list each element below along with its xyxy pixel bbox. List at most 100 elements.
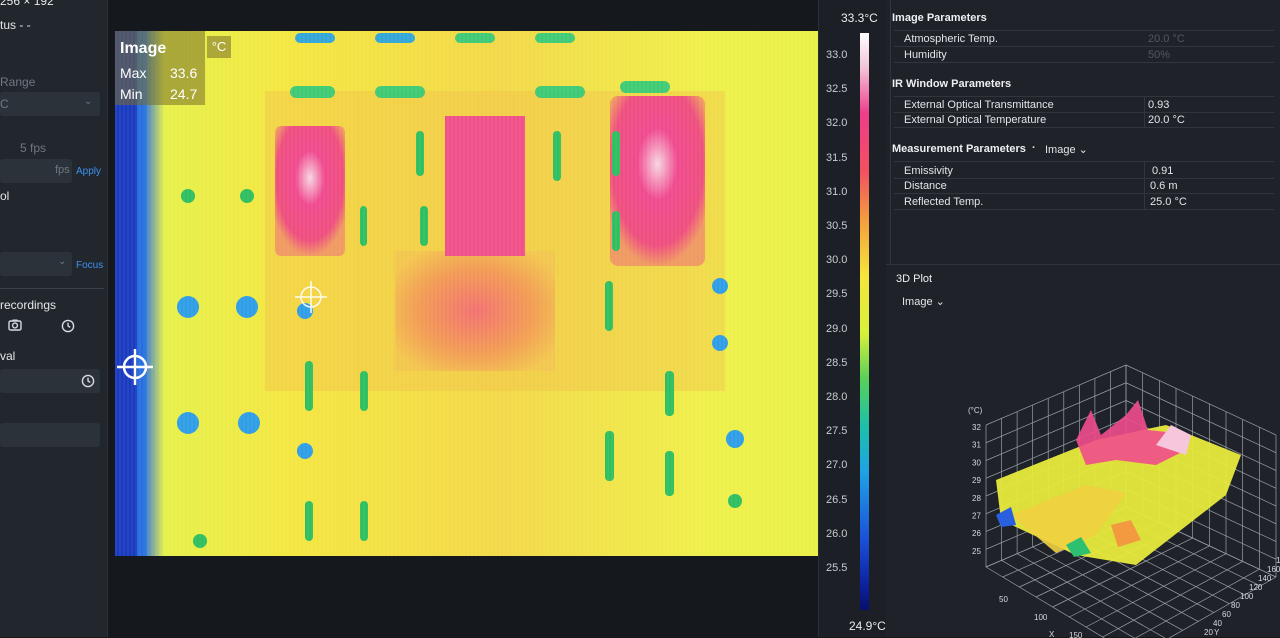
z-axis-tick: 32 (972, 423, 981, 432)
z-axis-tick: 28 (972, 494, 981, 503)
divider (894, 161, 1274, 162)
divider (894, 96, 1274, 97)
scale-max-value: 33.3°C (841, 11, 878, 25)
scale-tick: 31.0 (826, 185, 848, 198)
interval-input[interactable] (0, 369, 100, 393)
scale-tick: 32.0 (826, 117, 848, 130)
divider (894, 127, 1274, 128)
focus-button[interactable]: Focus (76, 260, 103, 271)
atmospheric-temp-label: Atmospheric Temp. (904, 33, 998, 45)
y-axis-tick: 80 (1231, 601, 1240, 610)
plot3d-section: 3D Plot Image ⌄ (°C) 32 31 30 29 28 27 26 25 50 10… (886, 264, 1280, 638)
grid-line (1001, 560, 1135, 638)
scale-tick: 31.5 (826, 151, 848, 164)
thermal-image-view[interactable]: Image Max 33.6 Min 24.7 °C (115, 31, 818, 556)
grid-line (1016, 553, 1166, 638)
grid-line (1125, 364, 1277, 436)
emissivity-value[interactable]: 0.91 (1152, 165, 1173, 177)
scale-tick: 29.0 (826, 322, 848, 335)
reflected-temp-label: Reflected Temp. (904, 196, 984, 208)
scale-tick: 28.5 (826, 356, 848, 369)
optical-temp-value[interactable]: 20.0 °C (1148, 114, 1185, 126)
divider (1144, 96, 1145, 128)
image-params-title: Image Parameters (892, 12, 987, 24)
max-label: Max (120, 65, 147, 81)
divider (890, 0, 891, 264)
path-input[interactable] (0, 423, 100, 447)
divider (894, 30, 1274, 31)
scale-tick: 30.5 (826, 220, 848, 232)
overlay-title: Image (120, 40, 167, 57)
measurement-source-select[interactable]: Image ⌄ (1045, 143, 1088, 156)
scale-tick: 27.5 (826, 425, 848, 438)
z-axis-tick: 30 (972, 458, 981, 467)
focus-select[interactable]: ⌄ (0, 252, 72, 276)
atmospheric-temp-value[interactable]: 20.0 °C (1148, 33, 1185, 45)
y-axis-tick: 160 (1267, 565, 1280, 574)
z-axis-tick: 31 (972, 441, 981, 450)
status-text: tus - - (0, 18, 31, 32)
y-axis-tick: 140 (1258, 574, 1272, 583)
divider (894, 112, 1274, 113)
scale-tick: 30.0 (826, 254, 848, 267)
scale-tick: 33.0 (826, 49, 848, 61)
surface-plot-3d[interactable]: (°C)323130292827262550100150200X20406080… (886, 265, 1280, 638)
grid-line (985, 566, 1106, 638)
y-axis-tick: 40 (1213, 619, 1222, 628)
color-scale-bar (860, 33, 869, 610)
apply-button[interactable]: Apply (76, 166, 101, 177)
y-axis-tick: 100 (1240, 592, 1254, 601)
reflected-temp-value[interactable]: 25.0 °C (1150, 196, 1187, 208)
scale-tick: 27.0 (826, 459, 848, 472)
humidity-value[interactable]: 50% (1148, 49, 1170, 61)
measurement-params-title: Measurement Parameters (892, 143, 1026, 155)
distance-value[interactable]: 0.6 m (1150, 180, 1178, 192)
min-label: Min (120, 86, 143, 102)
chevron-down-icon: ⌄ (84, 96, 93, 107)
z-axis-unit: (°C) (968, 406, 983, 415)
range-label: Range (0, 75, 36, 89)
scale-tick: 32.5 (826, 83, 848, 96)
z-axis-tick: 27 (972, 512, 981, 521)
y-axis-tick: 20 (1204, 628, 1213, 637)
scale-tick: 26.0 (826, 527, 848, 540)
grid-line (1085, 553, 1227, 628)
optical-temp-label: External Optical Temperature (904, 114, 1047, 126)
divider (894, 62, 1274, 63)
divider (894, 209, 1274, 210)
left-sidebar: 256 × 192 tus - - Range C ⌄ 5 fps fps Ap… (0, 0, 108, 637)
range-unit: C (0, 97, 9, 111)
y-axis-tick: 180 (1276, 556, 1280, 565)
color-scale-panel: 33.3°C 33.0 32.5 32.0 31.5 31.0 30.5 30.0 29.5 2… (818, 0, 886, 637)
range-select[interactable]: C ⌄ (0, 92, 100, 116)
camera-icon[interactable] (8, 318, 22, 332)
fps-input[interactable]: fps (0, 159, 72, 183)
scale-tick: 29.5 (826, 288, 848, 301)
max-value: 33.6 (170, 65, 198, 81)
scale-tick: 28.0 (826, 391, 848, 403)
divider (894, 178, 1274, 179)
unit-badge: °C (207, 36, 231, 58)
clock-icon (81, 374, 95, 388)
thermal-image (115, 31, 818, 556)
emissivity-label: Emissivity (904, 165, 953, 177)
resolution-text: 256 × 192 (0, 0, 54, 8)
y-axis-label: Y (1214, 628, 1220, 637)
divider (1144, 161, 1145, 209)
z-axis-tick: 29 (972, 476, 981, 485)
ir-params-title: IR Window Parameters (892, 78, 1012, 90)
clock-icon[interactable] (61, 319, 75, 333)
interval-label: val (0, 349, 16, 363)
divider (894, 193, 1274, 194)
divider (0, 288, 104, 289)
scale-tick: 26.5 (826, 493, 848, 506)
control-label: ol (0, 189, 10, 203)
grid-line (985, 364, 1127, 426)
x-axis-tick: 50 (999, 595, 1008, 604)
z-axis-tick: 25 (972, 547, 981, 556)
transmittance-value[interactable]: 0.93 (1148, 99, 1169, 111)
y-axis-tick: 120 (1249, 583, 1263, 592)
scale-tick: 25.5 (826, 562, 848, 574)
y-axis-tick: 60 (1222, 610, 1231, 619)
x-axis-tick: 100 (1034, 613, 1048, 622)
